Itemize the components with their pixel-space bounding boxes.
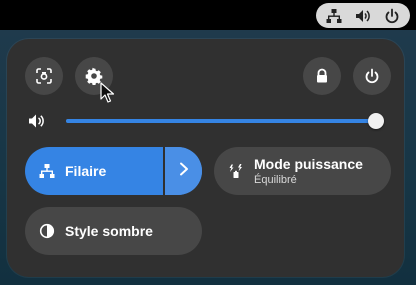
lock-button[interactable] [303,57,341,95]
dark-style-label: Style sombre [65,223,153,239]
wired-network-menu-button[interactable] [165,147,202,195]
screenshot-button[interactable] [25,57,63,95]
chevron-right-icon [178,162,190,181]
volume-slider-fill [66,119,376,123]
power-mode-toggle[interactable]: Mode puissance Équilibré [214,147,391,195]
wired-network-label: Filaire [65,163,107,179]
system-tray[interactable] [316,3,410,28]
speaker-volume-icon [355,8,371,24]
wired-network-toggle[interactable]: Filaire [25,147,202,195]
lock-icon [314,68,330,84]
power-mode-value: Équilibré [254,174,297,186]
volume-slider[interactable] [66,113,384,129]
power-icon [364,68,380,84]
dark-style-icon [39,223,55,239]
power-icon [384,8,400,24]
power-profile-icon [228,163,244,179]
screenshot-icon [35,67,53,85]
volume-slider-handle[interactable] [368,113,384,129]
dark-style-toggle[interactable]: Style sombre [25,207,202,255]
speaker-volume-icon[interactable] [28,113,46,134]
network-wired-icon [39,163,55,179]
power-mode-label: Mode puissance [254,156,363,172]
mouse-pointer-icon [100,82,116,109]
power-menu-button[interactable] [353,57,391,95]
network-wired-icon [326,8,342,24]
